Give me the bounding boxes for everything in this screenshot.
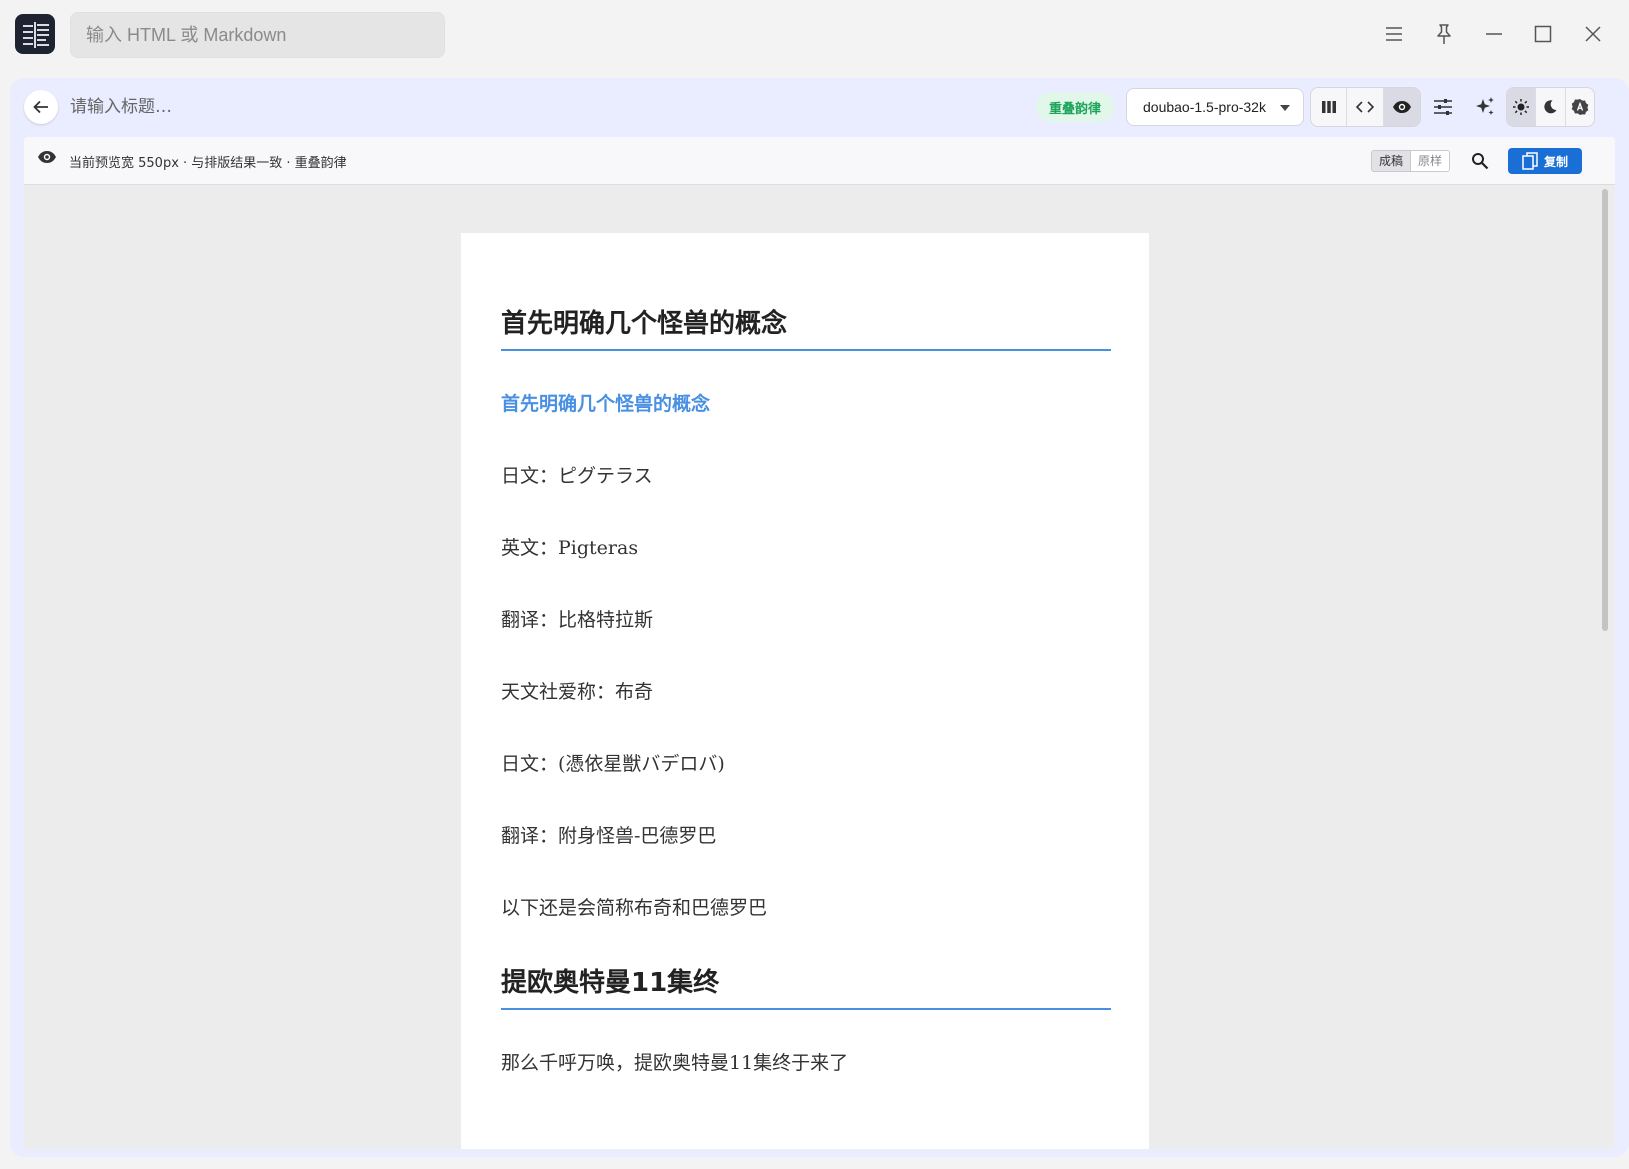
view-mode-group [1310, 87, 1421, 127]
code-icon [1356, 101, 1375, 113]
preview-area: 当前预览宽 550px · 与排版结果一致 · 重叠韵律 成稿 原样 复制 首先… [24, 137, 1615, 1149]
moon-icon [1544, 100, 1557, 114]
eye-icon [1392, 101, 1411, 113]
copy-button[interactable]: 复制 [1508, 148, 1582, 174]
article-paragraph: 日文：ピグテラス [501, 465, 653, 487]
article-paragraph: 翻译：比格特拉斯 [501, 609, 654, 631]
scrollbar-thumb[interactable] [1602, 189, 1608, 631]
copy-button-label: 复制 [1543, 154, 1568, 169]
split-view-button[interactable] [1311, 88, 1348, 126]
model-select[interactable]: doubao-1.5-pro-32k [1126, 88, 1304, 126]
article-heading: 首先明确几个怪兽的概念 [501, 307, 1111, 351]
sliders-icon [1434, 99, 1452, 115]
maximize-icon [1534, 25, 1552, 43]
search-icon [1472, 153, 1489, 170]
caret-down-icon [1280, 105, 1290, 111]
theme-group [1506, 87, 1595, 127]
preview-status-bar: 当前预览宽 550px · 与排版结果一致 · 重叠韵律 成稿 原样 复制 [24, 137, 1615, 185]
back-button[interactable] [24, 90, 58, 124]
ai-button[interactable] [1466, 88, 1504, 126]
article-content: 首先明确几个怪兽的概念 首先明确几个怪兽的概念 日文：ピグテラス 英文：Pigt… [501, 233, 1111, 1077]
mode-original-button[interactable]: 原样 [1411, 151, 1450, 171]
sun-icon [1513, 99, 1530, 115]
render-mode-toggle: 成稿 原样 [1371, 150, 1451, 172]
article-heading: 提欧奥特曼11集终 [501, 966, 1111, 1010]
maximize-button[interactable] [1525, 16, 1561, 52]
hamburger-icon [1386, 27, 1402, 41]
preview-status-text: 当前预览宽 550px · 与排版结果一致 · 重叠韵律 [69, 156, 347, 171]
light-theme-button[interactable] [1507, 88, 1537, 126]
article-paragraph: 以下还是会简称布奇和巴德罗巴 [501, 897, 768, 919]
menu-button[interactable] [1376, 16, 1412, 52]
model-select-value: doubao-1.5-pro-32k [1143, 99, 1266, 115]
columns-icon [1321, 101, 1336, 113]
arrow-left-icon [33, 100, 48, 114]
article-paragraph: 那么千呼万唤，提欧奥特曼11集终于来了 [501, 1052, 849, 1074]
sparkle-icon [1476, 97, 1494, 115]
pin-icon [1437, 24, 1451, 44]
style-badge[interactable]: 重叠韵律 [1036, 92, 1114, 122]
preview-view-button[interactable] [1383, 88, 1420, 126]
article-paragraph: 英文：Pigteras [501, 537, 639, 559]
article-paragraph: 翻译：附身怪兽-巴德罗巴 [501, 825, 717, 847]
app-logo-icon [15, 14, 55, 54]
search-button[interactable] [1467, 148, 1493, 174]
dark-theme-button[interactable] [1536, 88, 1566, 126]
preview-scrollbar[interactable] [1600, 189, 1610, 1149]
article-paragraph: 日文：(憑依星獣バデロバ) [501, 753, 725, 775]
minimize-button[interactable] [1476, 16, 1512, 52]
auto-theme-icon [1571, 99, 1589, 115]
code-view-button[interactable] [1347, 88, 1384, 126]
auto-theme-button[interactable] [1566, 88, 1594, 126]
article-preview: 首先明确几个怪兽的概念 首先明确几个怪兽的概念 日文：ピグテラス 英文：Pigt… [461, 233, 1149, 1149]
eye-icon [38, 151, 56, 163]
copy-icon [1522, 152, 1538, 170]
settings-button[interactable] [1424, 88, 1462, 126]
minimize-icon [1486, 33, 1502, 35]
close-icon [1585, 26, 1601, 42]
article-highlight: 首先明确几个怪兽的概念 [501, 393, 711, 415]
editor-panel: 重叠韵律 doubao-1.5-pro-32k [10, 78, 1629, 1157]
article-title-input[interactable] [70, 90, 590, 124]
close-button[interactable] [1575, 16, 1611, 52]
pin-button[interactable] [1426, 16, 1462, 52]
html-markdown-input[interactable] [70, 12, 445, 58]
article-paragraph: 天文社爱称：布奇 [501, 681, 654, 703]
title-bar [0, 0, 1629, 70]
mode-final-button[interactable]: 成稿 [1372, 151, 1412, 171]
